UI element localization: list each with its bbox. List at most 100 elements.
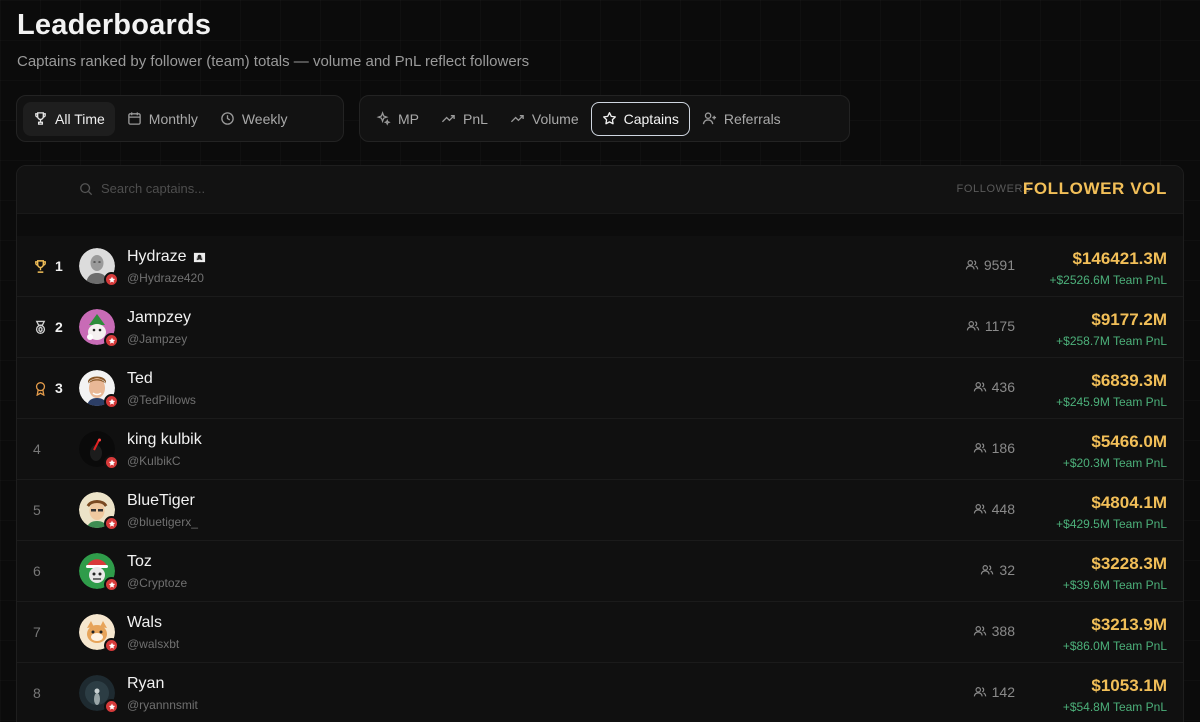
rank-cell: 1 bbox=[33, 236, 63, 296]
pirate-flag-icon bbox=[193, 252, 205, 262]
captain-name-text: Hydraze bbox=[127, 248, 187, 265]
captain-name[interactable]: Hydraze bbox=[127, 248, 206, 266]
followers-count: 142 bbox=[991, 684, 1015, 700]
avatar[interactable] bbox=[79, 370, 119, 409]
avatar[interactable] bbox=[79, 553, 119, 592]
captain-handle: @bluetigerx_ bbox=[127, 515, 198, 529]
table-row[interactable]: 8 Ryan @ryannnsmit 142 $1053.1M +$54.8M … bbox=[17, 663, 1183, 722]
rank-number: 2 bbox=[55, 319, 63, 335]
captain-handle: @Cryptoze bbox=[127, 576, 188, 590]
users-icon bbox=[973, 626, 986, 636]
captain-badge bbox=[104, 699, 119, 714]
rank-cell: 6 bbox=[33, 541, 41, 601]
followers-cell: 142 bbox=[973, 684, 1015, 700]
rank-cell: 7 bbox=[33, 602, 41, 662]
captain-name[interactable]: Wals bbox=[127, 614, 162, 632]
tab-label: Weekly bbox=[241, 110, 288, 127]
users-icon bbox=[973, 687, 986, 697]
captain-name-text: Jampzey bbox=[127, 309, 192, 326]
tab-volume[interactable]: Volume bbox=[500, 102, 589, 136]
star-icon bbox=[108, 337, 115, 344]
page-subtitle: Captains ranked by follower (team) total… bbox=[17, 53, 530, 70]
search-icon bbox=[80, 182, 93, 195]
followers-count: 186 bbox=[991, 440, 1015, 456]
table-row[interactable]: 3 Ted @TedPillows 436 $6839.3M +$245.9M … bbox=[17, 358, 1183, 419]
tab-referrals[interactable]: Referrals bbox=[692, 102, 791, 136]
table-row[interactable]: 6 Toz @Cryptoze 32 $3228.3M +$39.6M Team… bbox=[17, 541, 1183, 602]
captain-badge bbox=[104, 455, 119, 470]
trophy-icon bbox=[35, 112, 46, 125]
followers-cell: 1175 bbox=[966, 318, 1015, 334]
team-pnl: +$245.9M Team PnL bbox=[1056, 395, 1167, 409]
captain-name[interactable]: Jampzey bbox=[127, 309, 191, 327]
avatar[interactable] bbox=[79, 675, 119, 714]
followers-cell: 9591 bbox=[965, 257, 1015, 273]
metric-tabs: MP PnL Volume Captains Referrals bbox=[359, 95, 850, 142]
table-row[interactable]: 4 king kulbik @KulbikC 186 $5466.0M +$20… bbox=[17, 419, 1183, 480]
follower-volume: $5466.0M bbox=[1091, 432, 1167, 451]
gold-trophy-icon bbox=[35, 259, 46, 273]
rank-number: 1 bbox=[55, 258, 63, 274]
team-pnl: +$429.5M Team PnL bbox=[1056, 517, 1167, 531]
bronze-award-icon bbox=[35, 381, 46, 396]
calendar-icon bbox=[128, 112, 141, 125]
avatar[interactable] bbox=[79, 248, 119, 287]
follower-volume: $3228.3M bbox=[1091, 554, 1167, 573]
tab-weekly[interactable]: Weekly bbox=[210, 102, 298, 136]
followers-count: 32 bbox=[999, 562, 1015, 578]
table-row[interactable]: 5 BlueTiger @bluetigerx_ 448 $4804.1M +$… bbox=[17, 480, 1183, 541]
rank-number: 7 bbox=[33, 624, 41, 640]
captain-name-text: Toz bbox=[127, 553, 152, 570]
avatar[interactable] bbox=[79, 431, 119, 470]
rank-number: 8 bbox=[33, 685, 41, 701]
follower-volume: $9177.2M bbox=[1091, 310, 1167, 329]
table-row[interactable]: 7 Wals @walsxbt 388 $3213.9M +$86.0M Tea… bbox=[17, 602, 1183, 663]
rank-number: 6 bbox=[33, 563, 41, 579]
captain-name-text: BlueTiger bbox=[127, 492, 195, 509]
followers-count: 9591 bbox=[983, 257, 1015, 273]
tab-label: MP bbox=[398, 110, 419, 127]
trending-up-icon bbox=[510, 115, 524, 123]
tab-mp[interactable]: MP bbox=[366, 102, 429, 136]
search-input[interactable] bbox=[101, 181, 501, 196]
follower-volume: $4804.1M bbox=[1091, 493, 1167, 512]
avatar[interactable] bbox=[79, 309, 119, 348]
table-row[interactable]: 2 Jampzey @Jampzey 1175 $9177.2M +$258.7… bbox=[17, 297, 1183, 358]
star-icon bbox=[602, 112, 616, 125]
column-header-follower-vol[interactable]: FOLLOWER VOL bbox=[1023, 179, 1167, 199]
tab-pnl[interactable]: PnL bbox=[431, 102, 498, 136]
captain-name[interactable]: Ted bbox=[127, 370, 153, 388]
captain-name[interactable]: Ryan bbox=[127, 675, 164, 693]
captain-handle: @walsxbt bbox=[127, 637, 180, 651]
captain-badge bbox=[104, 577, 119, 592]
table-row[interactable]: 1 Hydraze @Hydraze420 9591 $146421.3M +$… bbox=[17, 236, 1183, 297]
team-pnl: +$39.6M Team PnL bbox=[1062, 578, 1167, 592]
users-icon bbox=[981, 565, 994, 575]
captain-badge bbox=[104, 333, 119, 348]
star-icon bbox=[108, 520, 115, 527]
sparkle-icon bbox=[376, 111, 391, 126]
tab-label: Volume bbox=[531, 110, 579, 127]
captain-name[interactable]: Toz bbox=[127, 553, 152, 571]
rank-cell: 2 bbox=[33, 297, 63, 357]
captain-name-text: king kulbik bbox=[127, 431, 202, 448]
followers-cell: 436 bbox=[973, 379, 1015, 395]
column-header-followers[interactable]: FOLLOWERS bbox=[957, 183, 1031, 195]
captain-name[interactable]: BlueTiger bbox=[127, 492, 195, 510]
avatar[interactable] bbox=[79, 614, 119, 653]
users-icon bbox=[973, 443, 986, 453]
star-icon bbox=[108, 703, 115, 710]
captain-name[interactable]: king kulbik bbox=[127, 431, 202, 449]
tab-all-time[interactable]: All Time bbox=[23, 101, 115, 136]
star-icon bbox=[108, 642, 115, 649]
tab-monthly[interactable]: Monthly bbox=[117, 102, 208, 136]
team-pnl: +$2526.6M Team PnL bbox=[1049, 273, 1167, 287]
followers-cell: 32 bbox=[980, 562, 1015, 578]
team-pnl: +$86.0M Team PnL bbox=[1062, 639, 1167, 653]
users-icon bbox=[965, 260, 979, 270]
avatar[interactable] bbox=[79, 492, 119, 531]
user-plus-icon bbox=[702, 112, 716, 125]
star-icon bbox=[108, 581, 115, 588]
users-icon bbox=[973, 382, 986, 392]
tab-captains[interactable]: Captains bbox=[590, 101, 690, 136]
